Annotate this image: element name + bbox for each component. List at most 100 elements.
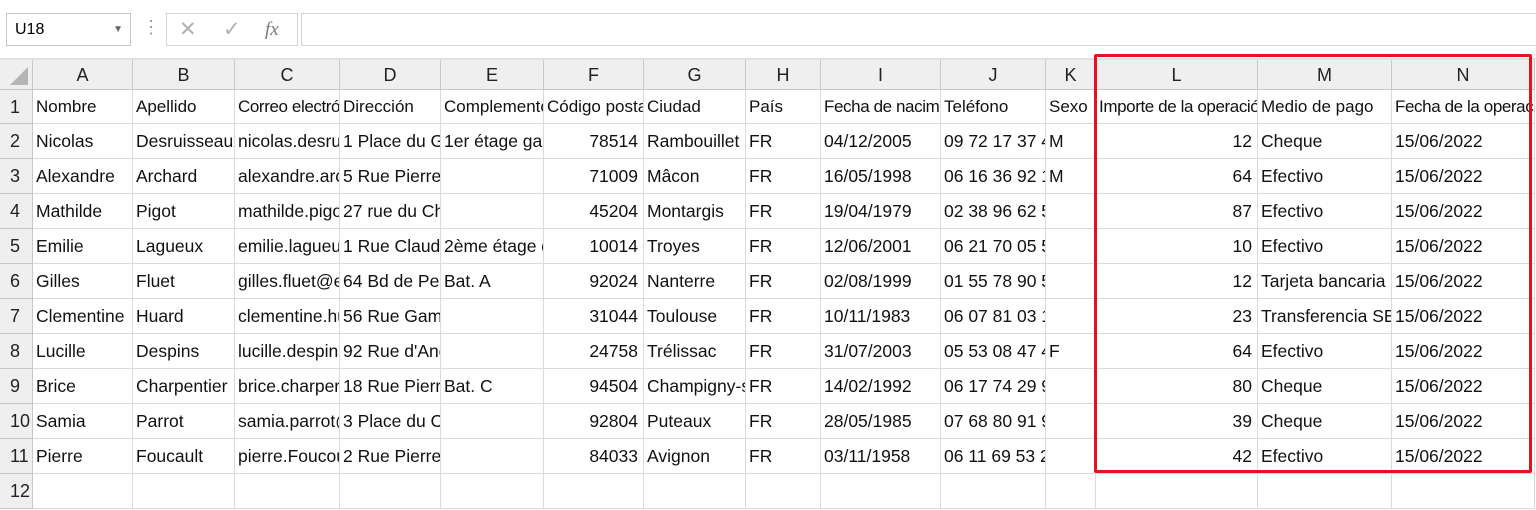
cell-n5[interactable]: 15/06/2022	[1392, 229, 1535, 264]
cell-c12[interactable]	[235, 474, 340, 509]
cell-f12[interactable]	[544, 474, 644, 509]
cell-i8[interactable]: 31/07/2003	[821, 334, 941, 369]
cell-d4[interactable]: 27 rue du Chemin Vert	[340, 194, 441, 229]
cell-b7[interactable]: Huard	[133, 299, 235, 334]
cell-k3[interactable]: M	[1046, 159, 1096, 194]
cell-i4[interactable]: 19/04/1979	[821, 194, 941, 229]
cell-m9[interactable]: Cheque	[1258, 369, 1392, 404]
column-header-c[interactable]: C	[235, 60, 340, 90]
cell-d5[interactable]: 1 Rue Claude	[340, 229, 441, 264]
cell-d9[interactable]: 18 Rue Pierre	[340, 369, 441, 404]
cell-m2[interactable]: Cheque	[1258, 124, 1392, 159]
select-all-button[interactable]	[0, 60, 33, 90]
cell-i12[interactable]	[821, 474, 941, 509]
cell-a2[interactable]: Nicolas	[33, 124, 133, 159]
cell-a7[interactable]: Clementine	[33, 299, 133, 334]
cell-l10[interactable]: 39	[1096, 404, 1258, 439]
cell-l11[interactable]: 42	[1096, 439, 1258, 474]
cell-a11[interactable]: Pierre	[33, 439, 133, 474]
cell-a4[interactable]: Mathilde	[33, 194, 133, 229]
cell-l5[interactable]: 10	[1096, 229, 1258, 264]
cell-a9[interactable]: Brice	[33, 369, 133, 404]
cell-m4[interactable]: Efectivo	[1258, 194, 1392, 229]
cell-b8[interactable]: Despins	[133, 334, 235, 369]
cell-k11[interactable]	[1046, 439, 1096, 474]
cell-c6[interactable]: gilles.fluet@e	[235, 264, 340, 299]
cell-j4[interactable]: 02 38 96 62 58	[941, 194, 1046, 229]
column-header-h[interactable]: H	[746, 60, 821, 90]
cell-l1[interactable]: Importe de la operación	[1096, 90, 1258, 124]
cell-d3[interactable]: 5 Rue Pierre et Marie Curie	[340, 159, 441, 194]
cell-g11[interactable]: Avignon	[644, 439, 746, 474]
cell-n1[interactable]: Fecha de la operación	[1392, 90, 1535, 124]
cell-a3[interactable]: Alexandre	[33, 159, 133, 194]
cell-g6[interactable]: Nanterre	[644, 264, 746, 299]
cell-h9[interactable]: FR	[746, 369, 821, 404]
cell-g12[interactable]	[644, 474, 746, 509]
cell-e4[interactable]	[441, 194, 544, 229]
cell-e7[interactable]	[441, 299, 544, 334]
cell-j9[interactable]: 06 17 74 29 90	[941, 369, 1046, 404]
cell-g3[interactable]: Mâcon	[644, 159, 746, 194]
cell-g5[interactable]: Troyes	[644, 229, 746, 264]
cell-l3[interactable]: 64	[1096, 159, 1258, 194]
column-header-a[interactable]: A	[33, 60, 133, 90]
cell-k9[interactable]	[1046, 369, 1096, 404]
cell-l6[interactable]: 12	[1096, 264, 1258, 299]
cell-j3[interactable]: 06 16 36 92 13	[941, 159, 1046, 194]
cell-b12[interactable]	[133, 474, 235, 509]
cell-i11[interactable]: 03/11/1958	[821, 439, 941, 474]
cell-h5[interactable]: FR	[746, 229, 821, 264]
column-header-d[interactable]: D	[340, 60, 441, 90]
cell-a5[interactable]: Emilie	[33, 229, 133, 264]
cell-h6[interactable]: FR	[746, 264, 821, 299]
chevron-down-icon[interactable]: ▼	[113, 14, 123, 45]
cell-h1[interactable]: País	[746, 90, 821, 124]
cell-e10[interactable]	[441, 404, 544, 439]
cell-k5[interactable]	[1046, 229, 1096, 264]
cell-k8[interactable]: F	[1046, 334, 1096, 369]
cell-e1[interactable]: Complemento	[441, 90, 544, 124]
cell-m6[interactable]: Tarjeta bancaria	[1258, 264, 1392, 299]
row-header-2[interactable]: 2	[0, 124, 33, 159]
cell-d2[interactable]: 1 Place du Gé	[340, 124, 441, 159]
enter-icon[interactable]: ✓	[223, 18, 241, 42]
cell-h10[interactable]: FR	[746, 404, 821, 439]
cell-k7[interactable]	[1046, 299, 1096, 334]
cell-f5[interactable]: 10014	[544, 229, 644, 264]
cell-c9[interactable]: brice.charpen	[235, 369, 340, 404]
cell-i2[interactable]: 04/12/2005	[821, 124, 941, 159]
cell-d12[interactable]	[340, 474, 441, 509]
cell-n9[interactable]: 15/06/2022	[1392, 369, 1535, 404]
more-options-icon[interactable]: ⋮	[142, 17, 160, 37]
cell-b3[interactable]: Archard	[133, 159, 235, 194]
cell-h7[interactable]: FR	[746, 299, 821, 334]
cell-e12[interactable]	[441, 474, 544, 509]
cell-d10[interactable]: 3 Place du Château	[340, 404, 441, 439]
cell-j6[interactable]: 01 55 78 90 55	[941, 264, 1046, 299]
cell-b4[interactable]: Pigot	[133, 194, 235, 229]
column-header-f[interactable]: F	[544, 60, 644, 90]
row-header-4[interactable]: 4	[0, 194, 33, 229]
cell-g2[interactable]: Rambouillet	[644, 124, 746, 159]
column-header-n[interactable]: N	[1392, 60, 1535, 90]
cell-j10[interactable]: 07 68 80 91 97	[941, 404, 1046, 439]
cell-n11[interactable]: 15/06/2022	[1392, 439, 1535, 474]
cell-l12[interactable]	[1096, 474, 1258, 509]
cell-c4[interactable]: mathilde.pigo	[235, 194, 340, 229]
cell-h11[interactable]: FR	[746, 439, 821, 474]
cell-d11[interactable]: 2 Rue Pierre Auguste Renoir	[340, 439, 441, 474]
cell-g7[interactable]: Toulouse	[644, 299, 746, 334]
cell-l4[interactable]: 87	[1096, 194, 1258, 229]
cell-f8[interactable]: 24758	[544, 334, 644, 369]
cell-e8[interactable]	[441, 334, 544, 369]
cell-i5[interactable]: 12/06/2001	[821, 229, 941, 264]
cell-k2[interactable]: M	[1046, 124, 1096, 159]
insert-function-icon[interactable]: fx	[265, 18, 279, 42]
cell-f3[interactable]: 71009	[544, 159, 644, 194]
cell-g1[interactable]: Ciudad	[644, 90, 746, 124]
row-header-5[interactable]: 5	[0, 229, 33, 264]
cell-i1[interactable]: Fecha de nacimiento	[821, 90, 941, 124]
cell-f9[interactable]: 94504	[544, 369, 644, 404]
column-header-k[interactable]: K	[1046, 60, 1096, 90]
